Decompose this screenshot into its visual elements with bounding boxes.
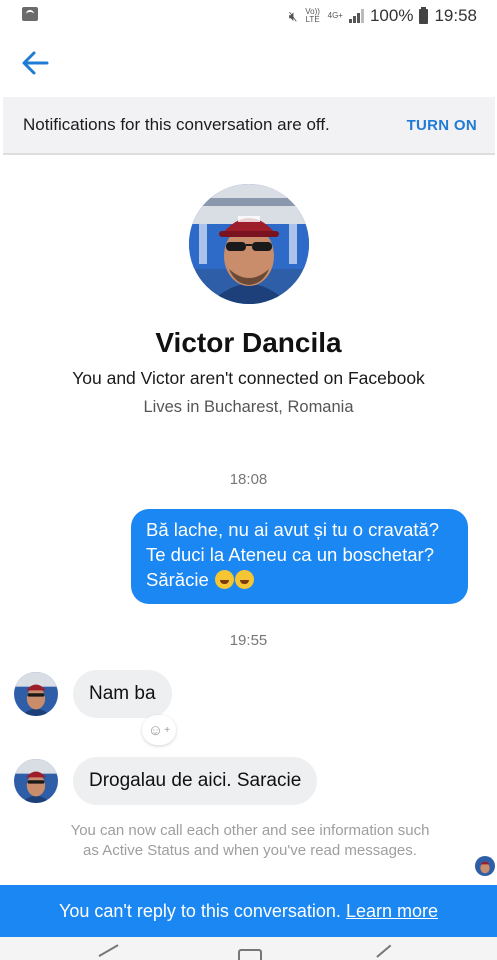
cannot-reply-text: You can't reply to this conversation. [59,900,341,921]
status-right: 🔇︎ Vo)) LTE 4G+ 100% 19:58 [289,6,477,26]
status-bar: 🔇︎ Vo)) LTE 4G+ 100% 19:58 [0,0,497,30]
mute-icon: 🔇︎ [288,7,298,24]
incoming-message[interactable]: Nam ba [73,670,172,718]
message-text: Nam ba [89,683,156,704]
signal-icon [348,9,364,23]
message-text: Drogalau de aici. Saracie [89,770,302,791]
battery-icon [419,6,429,24]
battery-percent: 100% [369,6,414,25]
message-text: Bă lache, nu ai avut și tu o cravată? Te… [146,519,440,590]
notification-icon [22,7,38,21]
avatar[interactable] [14,672,58,716]
notification-text: Notifications for this conversation are … [23,115,330,134]
notification-banner: Notifications for this conversation are … [3,97,495,155]
info-text: You can now call each other and see info… [70,822,430,859]
outgoing-message[interactable]: Bă lache, nu ai avut și tu o cravată? Te… [131,509,468,604]
network-tag: 4G+ [327,11,343,20]
clock: 19:58 [434,6,477,25]
system-nav-bar [0,937,497,960]
timestamp: 19:55 [229,632,268,649]
profile-name: Victor Dancila [155,327,342,358]
cannot-reply-bar: You can't reply to this conversation. Le… [0,885,497,937]
recents-icon[interactable] [98,944,124,960]
seen-avatar [475,856,495,876]
profile-avatar [189,184,309,304]
app-bar [0,30,497,96]
profile-photo [189,184,309,304]
back-icon[interactable] [376,944,398,960]
avatar[interactable] [14,759,58,803]
volte-tag: Vo)) LTE [305,7,320,24]
back-arrow-icon[interactable] [20,48,50,78]
learn-more-link[interactable]: Learn more [346,901,438,922]
home-icon[interactable] [238,949,262,960]
add-reaction-icon[interactable]: ☺ + [142,715,176,745]
profile-location: Lives in Bucharest, Romania [143,398,354,416]
connection-status: You and Victor aren't connected on Faceb… [72,368,425,388]
laughing-emoji-icon [234,570,254,589]
timestamp: 18:08 [229,471,268,488]
incoming-message[interactable]: Drogalau de aici. Saracie [73,757,318,805]
rofl-emoji-icon [214,570,234,589]
turn-on-button[interactable]: TURN ON [407,117,477,134]
